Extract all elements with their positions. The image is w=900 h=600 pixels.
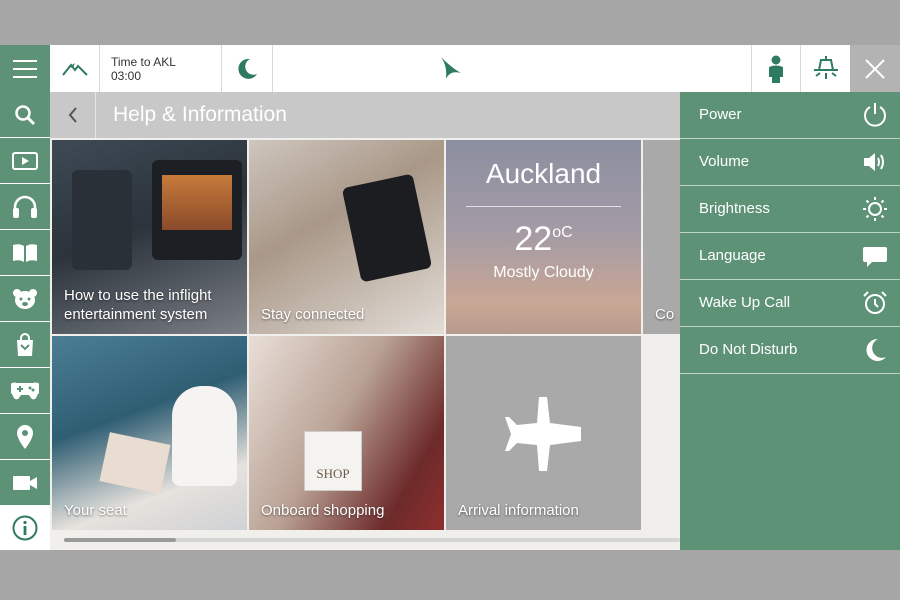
shop-bag-image: SHOP — [304, 431, 362, 491]
close-button[interactable] — [850, 45, 900, 92]
nav-camera[interactable] — [0, 460, 50, 505]
language-item[interactable]: Language — [680, 233, 900, 280]
tile-entertainment-system[interactable]: How to use the inflight entertainment sy… — [52, 140, 247, 334]
reading-light-button[interactable] — [801, 45, 850, 92]
power-icon — [864, 103, 886, 127]
power-item[interactable]: Power — [680, 92, 900, 139]
gamepad-icon — [11, 381, 39, 399]
play-icon — [12, 151, 38, 170]
chevron-left-icon — [68, 107, 77, 123]
volume-icon — [864, 153, 884, 171]
time-value: 03:00 — [111, 69, 142, 83]
seatback-left-image — [72, 170, 132, 270]
settings-panel: Power Volume Brightness Language Wake Up… — [680, 92, 900, 550]
tile-weather[interactable]: Auckland 22oC Mostly Cloudy — [446, 140, 641, 334]
back-button[interactable] — [50, 92, 96, 138]
time-to-destination: Time to AKL 03:00 — [100, 45, 222, 92]
weather-temp-value: 22 — [514, 220, 553, 258]
nav-kids[interactable] — [0, 276, 50, 321]
tile-arrival-information[interactable]: Arrival information — [446, 336, 641, 530]
volume-label: Volume — [699, 153, 750, 170]
weather-description: Mostly Cloudy — [493, 264, 594, 281]
book-icon — [13, 243, 37, 262]
top-bar: Time to AKL 03:00 — [0, 45, 900, 92]
speech-bubble-icon — [863, 247, 887, 267]
tile-label: Co — [655, 306, 675, 323]
airplane-icon — [505, 397, 581, 471]
weather-temp: 22oC — [446, 220, 641, 259]
language-label: Language — [699, 247, 766, 264]
search-icon — [15, 104, 36, 125]
seatback-screen-display — [162, 175, 232, 230]
moon-icon — [238, 58, 257, 79]
tablet-image — [341, 173, 433, 283]
volume-item[interactable]: Volume — [680, 139, 900, 186]
logo-area — [273, 45, 752, 92]
tile-partial[interactable]: Co — [643, 140, 680, 334]
tile-onboard-shopping[interactable]: SHOP Onboard shopping — [249, 336, 444, 530]
location-pin-icon — [17, 424, 33, 449]
alarm-clock-icon — [863, 291, 887, 314]
left-nav — [0, 92, 50, 550]
info-icon — [12, 515, 38, 541]
tile-label: Onboard shopping — [261, 502, 385, 519]
nav-map[interactable] — [0, 414, 50, 459]
tile-your-seat[interactable]: Your seat — [52, 336, 247, 530]
device-frame: Time to AKL 03:00 Help & Information How… — [0, 0, 900, 600]
brightness-label: Brightness — [699, 200, 770, 217]
attendant-icon — [769, 55, 783, 83]
flight-path-icon — [61, 62, 88, 76]
teddy-bear-icon — [13, 288, 37, 309]
section-header: Help & Information — [50, 92, 680, 138]
flight-path-button[interactable] — [50, 45, 100, 92]
power-label: Power — [699, 106, 742, 123]
shopping-bag-icon — [17, 332, 33, 356]
do-not-disturb-label: Do Not Disturb — [699, 341, 798, 358]
nav-search[interactable] — [0, 92, 50, 137]
weather-divider — [466, 206, 621, 207]
call-attendant-button[interactable] — [752, 45, 801, 92]
night-mode-button[interactable] — [222, 45, 273, 92]
nav-reading[interactable] — [0, 230, 50, 275]
nav-music[interactable] — [0, 184, 50, 229]
weather-city: Auckland — [485, 158, 602, 189]
tile-label: Your seat — [64, 502, 127, 519]
wake-up-call-label: Wake Up Call — [699, 294, 791, 311]
do-not-disturb-item[interactable]: Do Not Disturb — [680, 327, 900, 374]
tile-label: Stay connected — [261, 306, 365, 323]
screen: Time to AKL 03:00 Help & Information How… — [0, 45, 900, 550]
magazine-image — [99, 432, 171, 494]
moon-icon — [866, 338, 886, 361]
nav-games[interactable] — [0, 368, 50, 413]
reading-light-icon — [813, 55, 838, 79]
time-label: Time to AKL — [111, 55, 176, 69]
brightness-item[interactable]: Brightness — [680, 186, 900, 233]
tile-label: How to use the inflight entertainment sy… — [64, 287, 212, 323]
nav-shopping[interactable] — [0, 322, 50, 367]
page-title: Help & Information — [113, 103, 287, 126]
tile-label: Arrival information — [458, 502, 579, 519]
video-camera-icon — [13, 475, 37, 490]
wake-up-call-item[interactable]: Wake Up Call — [680, 280, 900, 327]
nav-info[interactable] — [0, 506, 50, 550]
weather-temp-unit: oC — [552, 224, 573, 241]
passenger-image — [172, 386, 237, 486]
close-icon — [865, 58, 885, 79]
horizontal-scrollbar[interactable] — [64, 538, 680, 542]
nav-movies[interactable] — [0, 138, 50, 183]
brushwing-logo-icon — [441, 57, 461, 79]
menu-icon — [13, 59, 37, 78]
headphones-icon — [13, 195, 37, 218]
brightness-icon — [863, 197, 887, 221]
tile-stay-connected[interactable]: Stay connected — [249, 140, 444, 334]
menu-button[interactable] — [0, 45, 50, 92]
scrollbar-thumb[interactable] — [64, 538, 176, 542]
